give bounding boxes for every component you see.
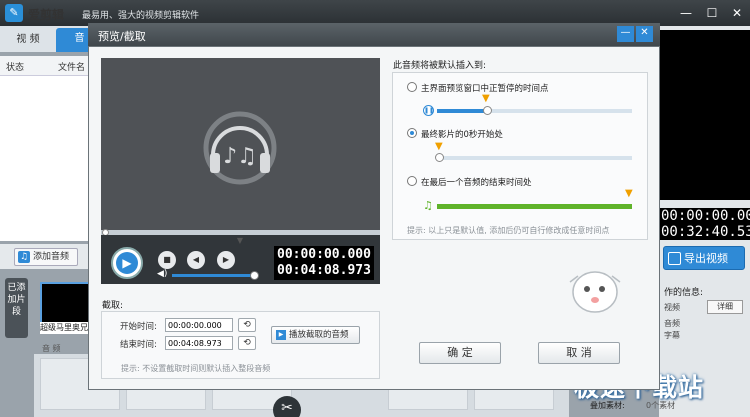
start-time-label: 开始时间:	[120, 322, 157, 332]
pick-start-time-icon[interactable]: ⟲	[238, 318, 256, 332]
close-icon[interactable]: ✕	[728, 4, 746, 22]
ok-button[interactable]: 确 定	[419, 342, 501, 364]
pause-icon: ❚❚	[423, 105, 435, 116]
overlay-count-value: 0个素材	[646, 401, 676, 410]
info-title: 作的信息:	[664, 288, 704, 298]
radio-end-of-last-audio[interactable]	[407, 176, 417, 186]
volume-slider[interactable]	[172, 274, 256, 277]
info-video: 视频	[664, 303, 680, 312]
insert-hint: 提示: 以上只是默认值, 添加后仍可自行修改成任意时间点	[407, 226, 610, 235]
add-audio-label: 添加音频	[33, 252, 70, 262]
radio-start-of-film[interactable]	[407, 128, 417, 138]
info-subtitle: 字幕	[664, 331, 680, 340]
maximize-icon[interactable]: ☐	[703, 4, 721, 22]
play-button[interactable]: ▶	[111, 247, 143, 279]
timeline-knob	[435, 153, 444, 162]
svg-text:♪♫: ♪♫	[223, 144, 257, 169]
scissors-icon[interactable]: ✂	[273, 396, 301, 417]
music-note-icon: ♫	[18, 251, 30, 263]
volume-icon[interactable]: ◀)	[157, 269, 167, 279]
radio-paused-point[interactable]	[407, 82, 417, 92]
dialog-title: 预览/截取	[98, 30, 146, 43]
export-video-button[interactable]: 导出视频	[663, 246, 745, 270]
info-audio: 音频	[664, 319, 680, 328]
marker-arrow-icon: ▼	[482, 93, 490, 104]
play-clip-label: 播放截取的音频	[289, 330, 349, 340]
audio-track-label: 音 频	[42, 344, 61, 353]
app-name: 爱剪辑	[28, 8, 65, 22]
overlay-count-label: 叠加素材:	[590, 401, 625, 410]
existing-audio-bar	[437, 204, 632, 209]
timeline-bar	[437, 156, 632, 160]
column-filename[interactable]: 文件名	[58, 60, 85, 73]
tab-video[interactable]: 视 频	[2, 30, 54, 50]
main-preview	[659, 30, 750, 200]
play-icon: ▶	[276, 330, 286, 340]
volume-knob[interactable]	[250, 271, 259, 280]
dialog-titlebar	[88, 23, 660, 46]
detail-button[interactable]: 详细	[707, 300, 743, 314]
music-note-icon: ♫	[423, 199, 433, 212]
marker-arrow-icon: ▼	[435, 141, 443, 152]
timeline-bar-fill	[437, 109, 487, 113]
option-end-of-last-audio-label: 在最后一个音频的结束时间处	[421, 178, 532, 188]
next-icon[interactable]: ▶	[217, 251, 235, 269]
option-start-of-film-label: 最终影片的0秒开始处	[421, 130, 503, 140]
end-time-label: 结束时间:	[120, 340, 157, 350]
clip-hint: 提示: 不设置截取时间则默认插入整段音频	[121, 364, 271, 373]
minimize-icon[interactable]: —	[677, 4, 695, 22]
export-label: 导出视频	[684, 252, 728, 265]
total-time: 00:04:08.973	[277, 263, 371, 278]
column-status[interactable]: 状态	[6, 60, 24, 73]
marker-arrow-icon: ▼	[625, 188, 633, 199]
insert-section-title: 此音频将被默认插入到:	[393, 61, 487, 71]
end-time-field[interactable]	[165, 336, 233, 350]
app-logo-icon: ✎	[5, 4, 23, 22]
add-audio-button[interactable]: ♫ 添加音频	[14, 248, 78, 266]
timeline-knob	[483, 106, 492, 115]
pick-end-time-icon[interactable]: ⟲	[238, 336, 256, 350]
mascot-icon	[569, 271, 621, 313]
current-time: 00:00:00.000	[277, 247, 371, 262]
play-clip-button[interactable]: ▶ 播放截取的音频	[271, 326, 360, 344]
start-time-field[interactable]	[165, 318, 233, 332]
dialog-minimize-icon[interactable]: —	[617, 26, 634, 42]
stop-icon[interactable]: ■	[158, 251, 176, 269]
main-total-time: 00:32:40.530	[659, 224, 750, 240]
play-icon: ▶	[116, 252, 138, 274]
dialog-close-icon[interactable]: ✕	[636, 26, 653, 42]
previous-icon[interactable]: ◀	[187, 251, 205, 269]
app-slogan: 最易用、强大的视频剪辑软件	[82, 11, 200, 21]
clip-section-title: 截取:	[102, 301, 124, 311]
export-icon	[668, 252, 681, 265]
chevron-down-icon[interactable]: ▼	[233, 237, 247, 245]
main-current-time: 00:00:00.000	[659, 208, 750, 224]
headphones-icon: ♪♫	[203, 111, 277, 185]
cancel-button[interactable]: 取 消	[538, 342, 620, 364]
added-clips-tab[interactable]: 已添加片段	[5, 278, 28, 338]
